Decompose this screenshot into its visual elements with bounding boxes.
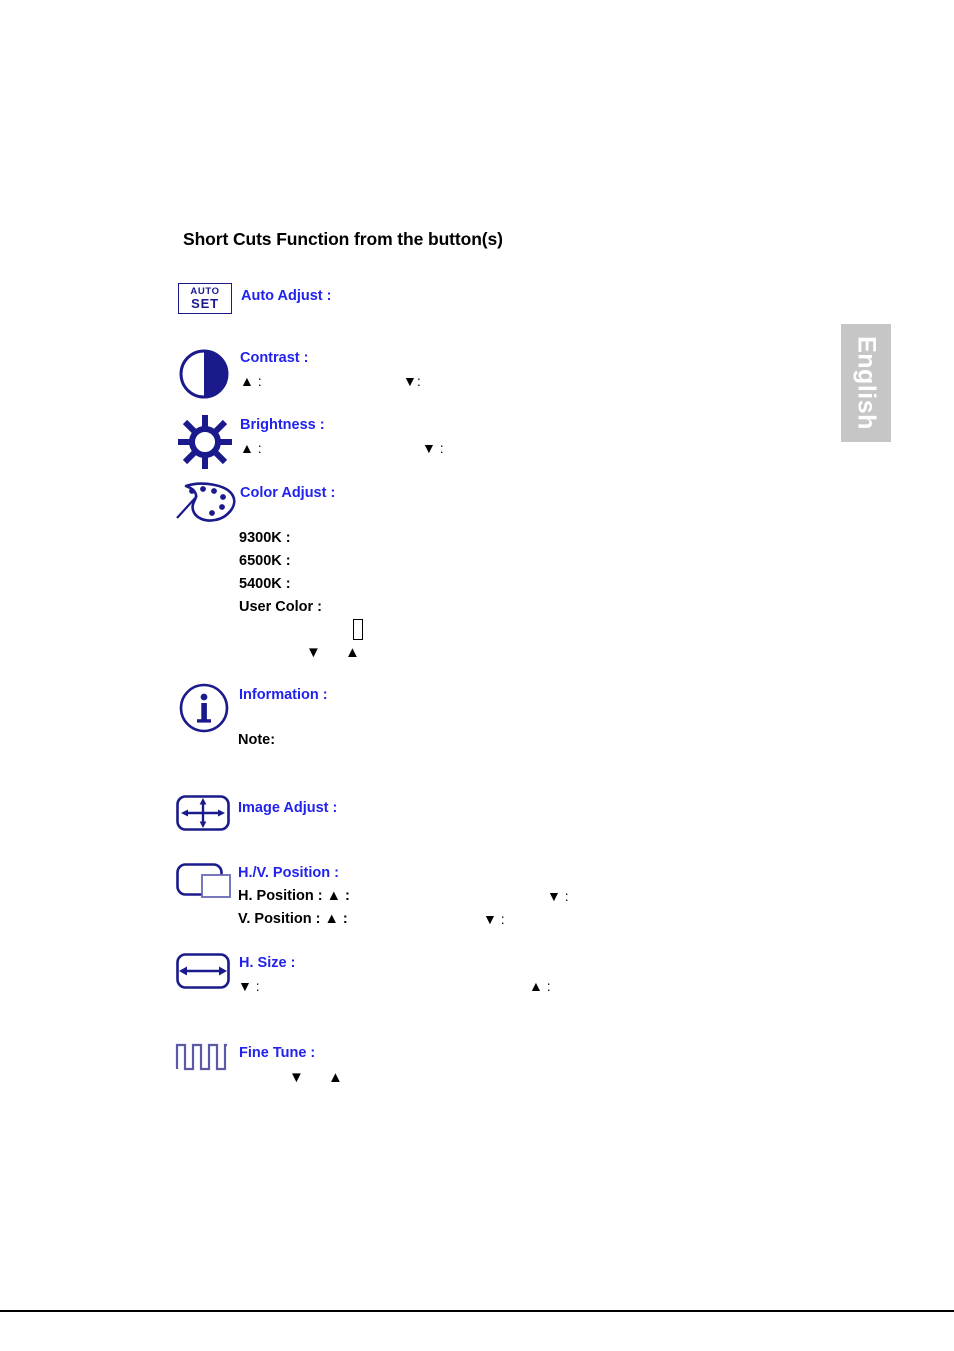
item-label-color-adjust: Color Adjust :: [240, 485, 336, 501]
color-option-5400k: 5400K :: [239, 576, 291, 592]
fine-tune-increase-marker: ▲: [328, 1069, 343, 1086]
color-option-9300k: 9300K :: [239, 530, 291, 546]
image-adjust-cross-arrows-icon: [176, 795, 230, 831]
item-label-information: Information :: [239, 687, 328, 703]
auto-set-line1: AUTO: [190, 285, 220, 297]
brightness-decrease-marker: ▼ :: [422, 440, 444, 456]
language-tab-label: English: [852, 336, 881, 430]
item-information: Information : Note:: [178, 682, 778, 762]
h-size-increase-marker: ▲ :: [529, 978, 551, 994]
color-option-6500k: 6500K :: [239, 553, 291, 569]
v-position-increase-line: V. Position : ▲ :: [238, 911, 348, 927]
contrast-increase-marker: ▲ :: [240, 373, 262, 389]
item-label-hv-position: H./V. Position :: [238, 865, 339, 881]
item-label-contrast: Contrast :: [240, 350, 309, 366]
color-adjust-increase-marker: ▲: [345, 644, 360, 661]
h-size-horizontal-arrow-icon: [176, 953, 230, 989]
item-fine-tune: Fine Tune : ▼ ▲: [175, 1042, 776, 1098]
hv-position-overlap-rect-icon: [176, 863, 232, 903]
item-brightness: Brightness : ▲ : ▼ :: [175, 414, 775, 470]
item-auto-adjust: AUTO SET Auto Adjust :: [178, 283, 778, 323]
contrast-decrease-marker: ▼:: [403, 373, 421, 389]
item-hv-position: H./V. Position : H. Position : ▲ : ▼ : V…: [176, 863, 876, 935]
h-position-decrease-marker: ▼ :: [547, 888, 569, 904]
language-tab-english: English: [841, 324, 891, 442]
h-size-decrease-marker: ▼ :: [238, 978, 260, 994]
auto-set-line2: SET: [191, 296, 219, 312]
missing-glyph-box: [353, 619, 363, 640]
information-note-label: Note:: [238, 732, 276, 748]
item-label-brightness: Brightness :: [240, 417, 325, 433]
v-position-decrease-marker: ▼ :: [483, 911, 505, 927]
item-h-size: H. Size : ▼ : ▲ :: [176, 953, 876, 1009]
item-label-auto-adjust: Auto Adjust :: [241, 288, 332, 304]
page-title: Short Cuts Function from the button(s): [183, 229, 503, 249]
item-label-fine-tune: Fine Tune :: [239, 1045, 316, 1061]
item-contrast: Contrast : ▲ : ▼:: [178, 348, 778, 404]
item-label-image-adjust: Image Adjust :: [238, 800, 338, 816]
fine-tune-decrease-marker: ▼: [289, 1069, 304, 1086]
color-adjust-decrease-marker: ▼: [306, 644, 321, 661]
fine-tune-square-wave-icon: [175, 1042, 228, 1071]
item-color-adjust: Color Adjust : 9300K : 6500K : 5400K : U…: [175, 482, 775, 662]
item-image-adjust: Image Adjust :: [176, 795, 776, 839]
h-position-increase-line: H. Position : ▲ :: [238, 888, 350, 904]
document-page: Short Cuts Function from the button(s) E…: [0, 0, 954, 1351]
brightness-increase-marker: ▲ :: [240, 440, 262, 456]
item-label-h-size: H. Size :: [239, 955, 296, 971]
auto-set-button-icon[interactable]: AUTO SET: [178, 283, 232, 314]
contrast-half-circle-icon: [178, 348, 230, 400]
color-adjust-palette-icon: [175, 482, 239, 526]
information-circle-i-icon: [178, 682, 230, 734]
brightness-sun-icon: [175, 414, 235, 470]
footer-divider: [0, 1310, 954, 1312]
color-option-user-color: User Color :: [239, 599, 322, 615]
